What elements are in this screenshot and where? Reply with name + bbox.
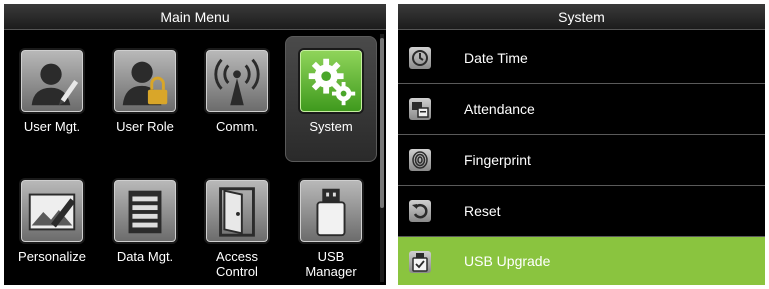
list-item-reset[interactable]: Reset — [398, 186, 765, 237]
list-item-attendance[interactable]: Attendance — [398, 84, 765, 135]
server-icon — [114, 180, 176, 242]
fingerprint-icon — [409, 149, 431, 171]
menu-item-label: Access Control — [216, 249, 258, 279]
menu-item-user-mgt[interactable]: User Mgt. — [7, 50, 97, 134]
door-icon — [206, 180, 268, 242]
list-item-label: Attendance — [464, 101, 535, 117]
list-item-usb-upgrade[interactable]: USB Upgrade — [398, 237, 765, 285]
antenna-icon — [206, 50, 268, 112]
usb-upgrade-icon — [409, 251, 431, 273]
menu-item-system[interactable]: System — [286, 50, 376, 134]
scrollbar-thumb[interactable] — [380, 38, 384, 208]
menu-item-user-role[interactable]: User Role — [100, 50, 190, 134]
menu-item-label: User Mgt. — [23, 119, 81, 134]
user-edit-icon — [21, 50, 83, 112]
menu-item-data-mgt[interactable]: Data Mgt. — [100, 180, 190, 264]
system-menu-title: System — [398, 4, 765, 30]
menu-item-access-control[interactable]: Access Control — [192, 180, 282, 279]
system-menu-screen: System Date Time Attendance Fingerprint … — [398, 4, 765, 285]
main-menu-screen: Main Menu User Mgt. User Role Comm. Syst… — [4, 4, 386, 285]
menu-item-label: System — [309, 119, 353, 134]
menu-item-label: Personalize — [18, 249, 86, 264]
attendance-icon — [409, 98, 431, 120]
pencil-picture-icon — [21, 180, 83, 242]
list-item-label: Reset — [464, 203, 501, 219]
usb-drive-icon — [300, 180, 362, 242]
reset-icon — [409, 200, 431, 222]
menu-item-comm[interactable]: Comm. — [192, 50, 282, 134]
main-menu-title: Main Menu — [4, 4, 386, 30]
menu-item-personalize[interactable]: Personalize — [7, 180, 97, 264]
list-item-label: USB Upgrade — [464, 253, 551, 269]
menu-item-label: User Role — [116, 119, 174, 134]
menu-item-label: USB Manager — [305, 249, 357, 279]
clock-icon — [409, 47, 431, 69]
list-item-date-time[interactable]: Date Time — [398, 33, 765, 84]
list-item-label: Date Time — [464, 50, 528, 66]
gears-icon — [300, 50, 362, 112]
list-item-label: Fingerprint — [464, 152, 531, 168]
user-lock-icon — [114, 50, 176, 112]
menu-item-label: Data Mgt. — [116, 249, 174, 264]
menu-item-usb-manager[interactable]: USB Manager — [286, 180, 376, 279]
list-item-fingerprint[interactable]: Fingerprint — [398, 135, 765, 186]
menu-item-label: Comm. — [216, 119, 258, 134]
